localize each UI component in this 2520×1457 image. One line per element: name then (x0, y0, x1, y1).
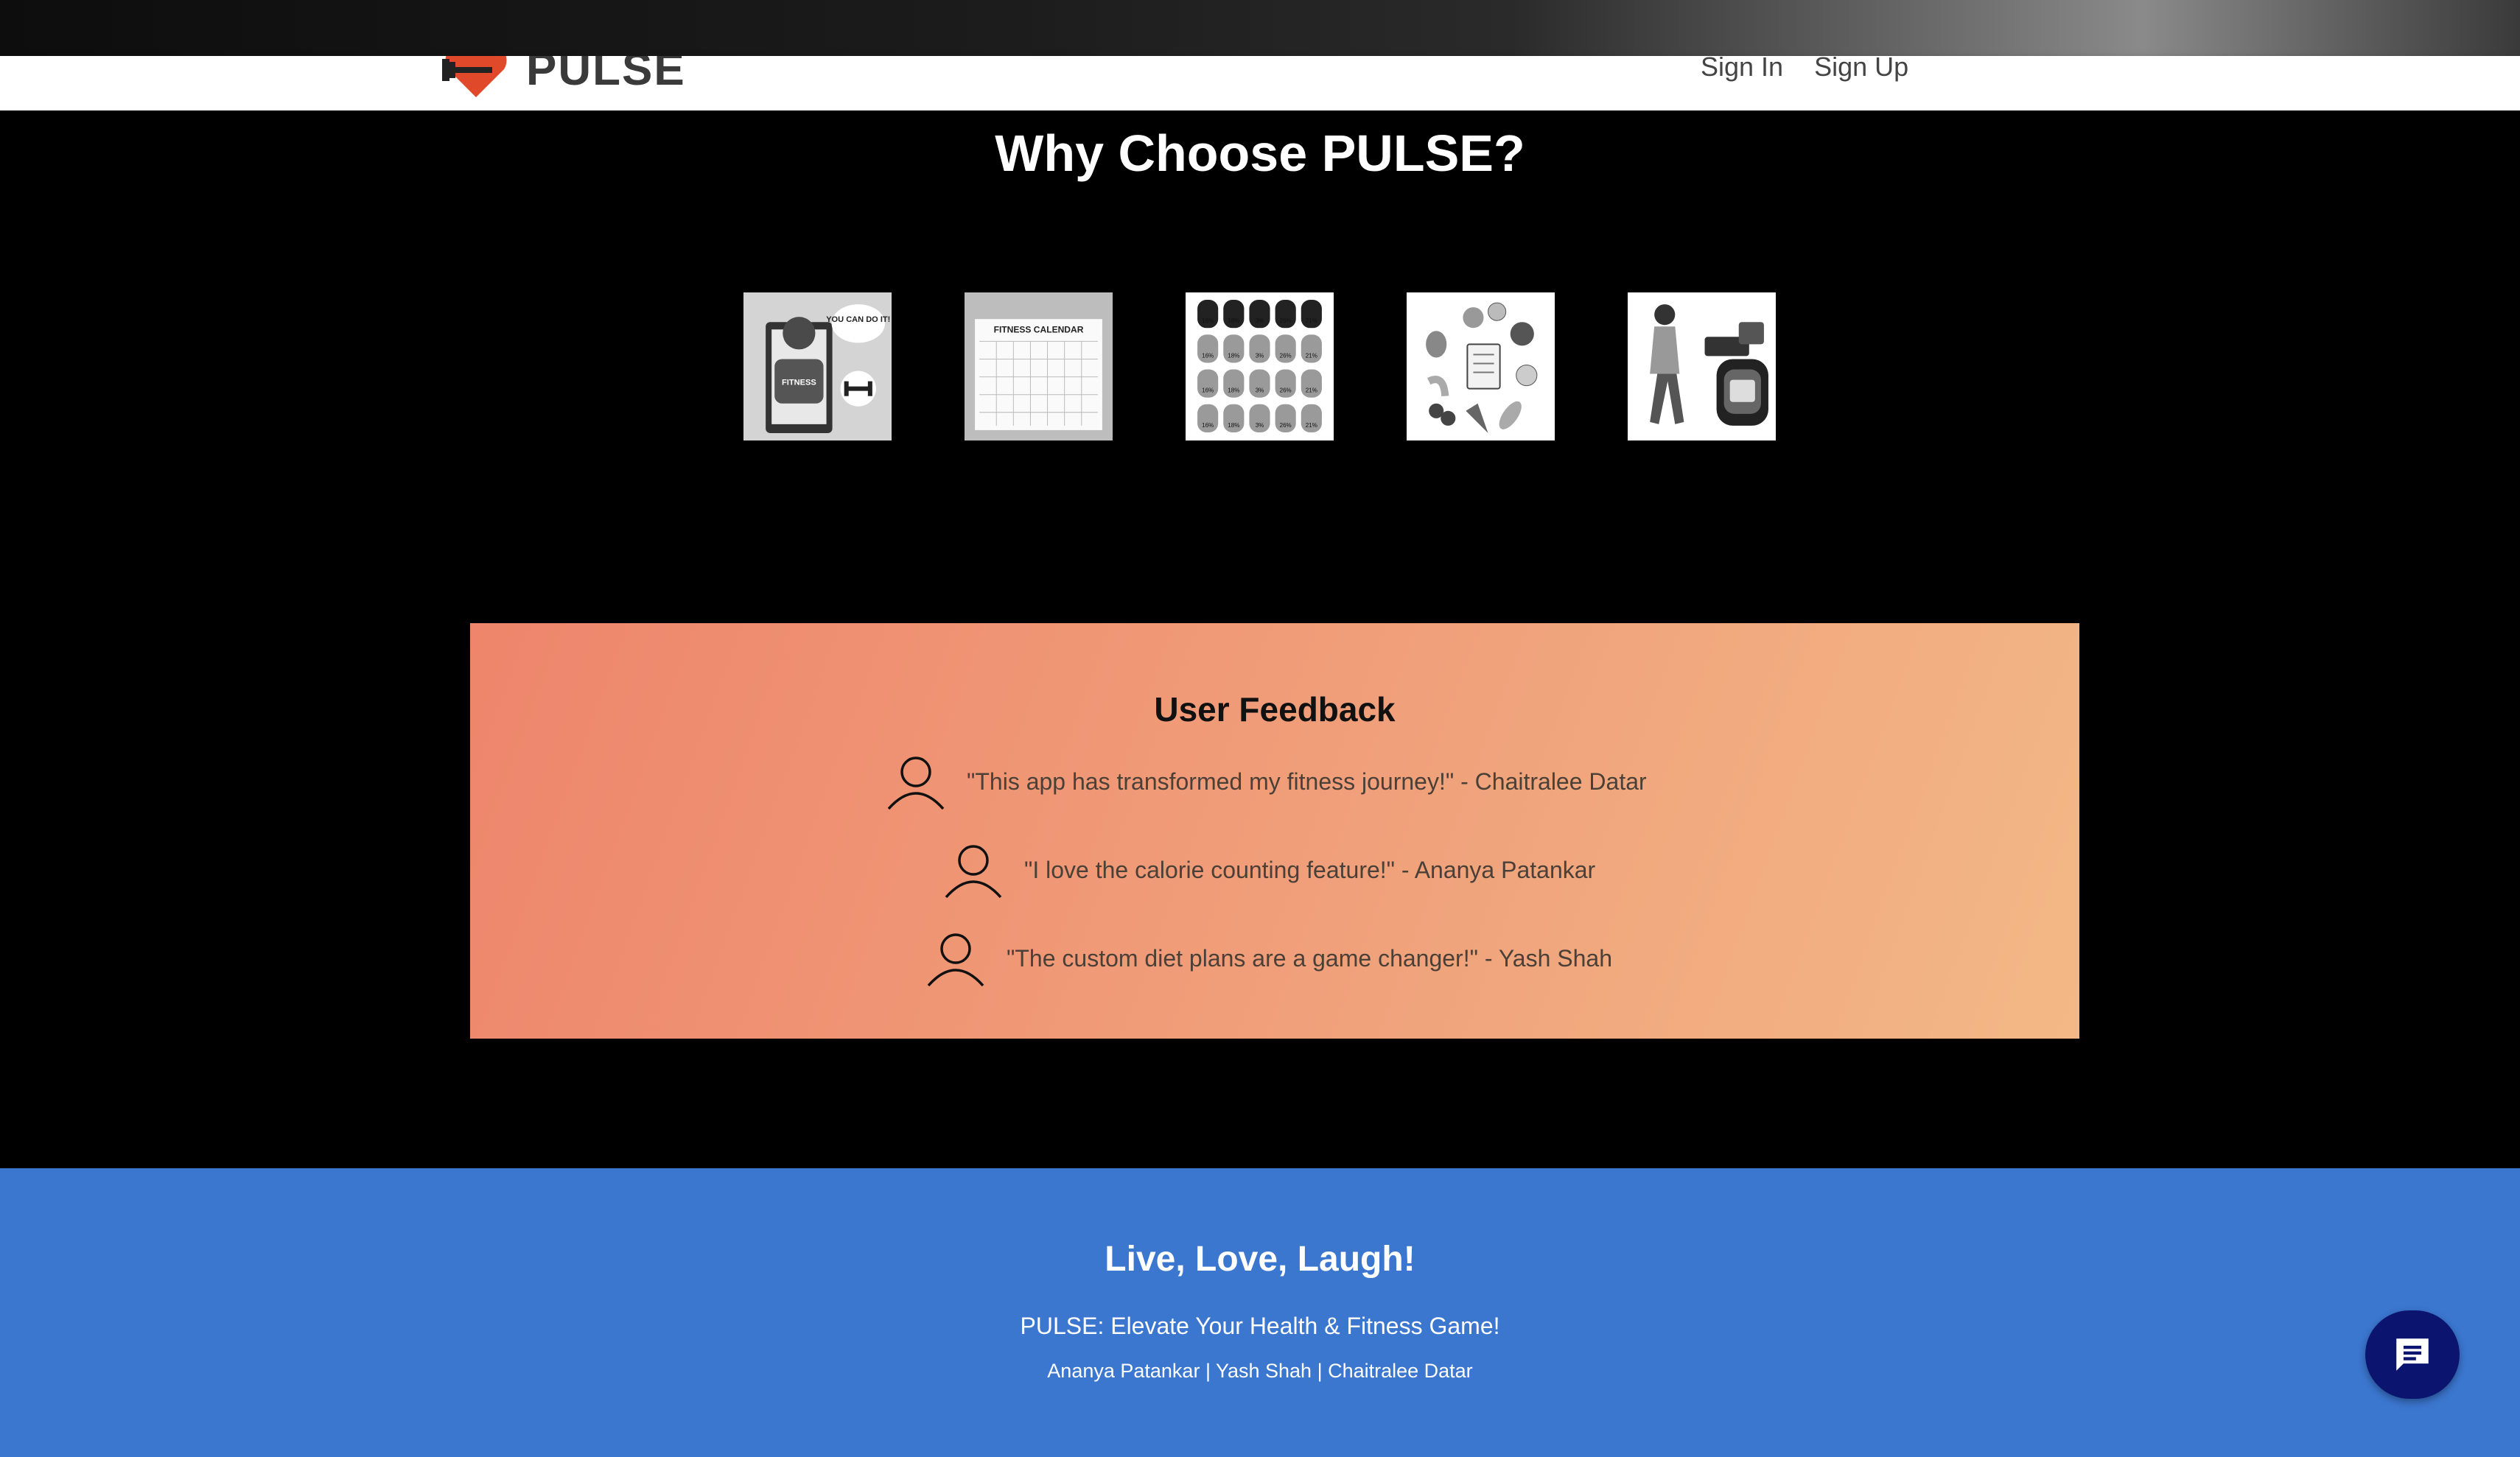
healthy-food-illustration (1407, 292, 1555, 440)
feedback-item: "The custom diet plans are a game change… (924, 930, 1612, 987)
footer-credits: Ananya Patankar | Yash Shah | Chaitralee… (1047, 1360, 1473, 1382)
user-avatar-icon (887, 756, 945, 810)
sign-in-link[interactable]: Sign In (1701, 56, 1783, 82)
nutrient-value: 21% (1306, 387, 1317, 394)
logo[interactable]: PULSE (439, 56, 686, 99)
smartwatch-tracking-illustration (1628, 292, 1776, 440)
nutrient-value: 3% (1256, 387, 1264, 394)
nutrient-value: 21% (1306, 352, 1317, 359)
nutrient-value: 18% (1228, 422, 1239, 429)
nutrient-value: 16% (1202, 422, 1214, 429)
feedback-quote: "The custom diet plans are a game change… (1007, 944, 1612, 972)
feedback-item: "I love the calorie counting feature!" -… (942, 841, 1595, 899)
logo-text: PULSE (526, 56, 686, 95)
nutrient-value: 18% (1228, 317, 1239, 324)
feature-gallery: FITNESS YOU CAN DO IT! FITNESS CALENDAR … (743, 292, 1776, 440)
nutrient-value: 21% (1306, 422, 1317, 429)
nutrient-value: 16% (1202, 387, 1214, 394)
user-avatar-icon (945, 845, 1002, 899)
why-choose-title: Why Choose PULSE? (995, 124, 1525, 182)
nutrient-value: 16% (1202, 317, 1214, 324)
motivation-illustration: FITNESS YOU CAN DO IT! (743, 292, 892, 440)
nutrient-value: 3% (1256, 352, 1264, 359)
feature-shirt-text: FITNESS (782, 379, 816, 387)
nutrient-value: 26% (1280, 317, 1292, 324)
chat-button[interactable] (2365, 1310, 2460, 1399)
calendar-title: FITNESS CALENDAR (994, 324, 1084, 334)
feedback-item: "This app has transformed my fitness jou… (884, 753, 1647, 810)
feedback-quote: "This app has transformed my fitness jou… (967, 768, 1647, 795)
footer-heading: Live, Love, Laugh! (1105, 1240, 1415, 1279)
nutrition-percentages-illustration: 16% 18% 3% 26% 21% 16% 18% 3% 26% 21% 16% 18% 3% 26% 2… (1186, 292, 1334, 440)
nutrient-value: 18% (1228, 352, 1239, 359)
sign-up-link[interactable]: Sign Up (1814, 56, 1908, 82)
nutrient-value: 26% (1280, 422, 1292, 429)
nutrient-value: 21% (1306, 317, 1317, 324)
nutrient-value: 3% (1256, 422, 1264, 429)
footer-tagline: PULSE: Elevate Your Health & Fitness Gam… (1020, 1313, 1500, 1339)
site-header: PULSE Sign In Sign Up (0, 56, 2520, 110)
chat-icon (2396, 1338, 2429, 1371)
nutrient-value: 18% (1228, 387, 1239, 394)
nutrient-value: 26% (1280, 352, 1292, 359)
nutrient-value: 16% (1202, 352, 1214, 359)
nutrient-value: 26% (1280, 387, 1292, 394)
feedback-title: User Feedback (1154, 690, 1396, 728)
top-nav: Sign In Sign Up (1701, 56, 1908, 82)
hero-background (0, 0, 2520, 59)
dumbbell-heart-icon (442, 56, 507, 97)
nutrient-value: 3% (1256, 317, 1264, 324)
feature-speech-text: YOU CAN DO IT! (826, 315, 890, 324)
user-avatar-icon (927, 933, 984, 987)
fitness-calendar-illustration: FITNESS CALENDAR (965, 292, 1113, 440)
site-footer: Live, Love, Laugh! PULSE: Elevate Your H… (0, 1168, 2520, 1457)
feedback-quote: "I love the calorie counting feature!" -… (1024, 856, 1596, 883)
user-feedback-section: User Feedback "This app has transformed … (470, 623, 2079, 1039)
